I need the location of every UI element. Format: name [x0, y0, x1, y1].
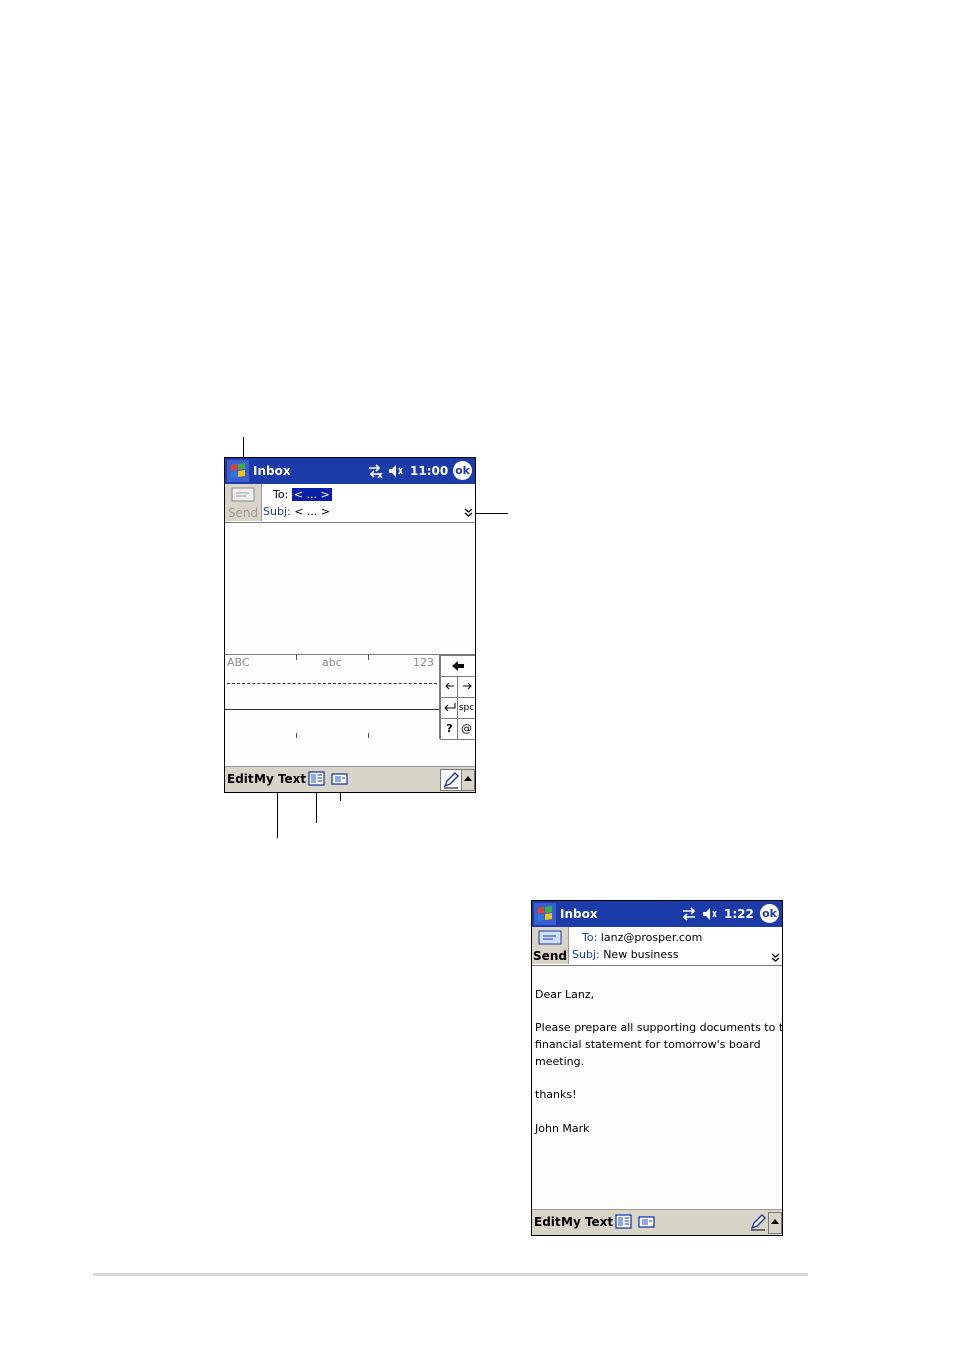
- callout-my-text: [277, 786, 278, 838]
- to-value[interactable]: < ... >: [291, 488, 332, 501]
- subject-field[interactable]: Subj: New business: [572, 948, 679, 961]
- edit-menu[interactable]: Edit: [534, 1215, 561, 1229]
- windows-flag-icon[interactable]: [227, 460, 249, 482]
- clock[interactable]: 11:00: [410, 464, 448, 478]
- attachment-icon[interactable]: [638, 1214, 655, 1229]
- to-value[interactable]: lanz@prosper.com: [601, 931, 703, 944]
- callout-expand: [471, 513, 508, 514]
- send-label: Send: [227, 506, 259, 520]
- kbd-baseline-dashed: [227, 683, 437, 684]
- pen-icon: [443, 772, 459, 789]
- title-bar: Inbox 11:00 ok: [225, 458, 475, 484]
- body-line: thanks!: [535, 1088, 577, 1101]
- transcriber-keyboard[interactable]: ABC abc 123 spc ? @: [225, 654, 475, 740]
- input-panel-button[interactable]: [440, 769, 462, 791]
- envelope-icon: [538, 930, 562, 945]
- message-body[interactable]: Dear Lanz, Please prepare all supporting…: [532, 966, 782, 1209]
- body-line: John Mark: [535, 1122, 590, 1135]
- connectivity-icon[interactable]: [680, 905, 698, 923]
- chevron-down-icon[interactable]: [464, 508, 473, 518]
- menu-bar: Edit My Text: [532, 1209, 782, 1235]
- at-key[interactable]: @: [457, 718, 475, 740]
- kbd-baseline: [225, 709, 439, 710]
- body-line: Please prepare all supporting documents …: [535, 1021, 783, 1034]
- arrow-right-key[interactable]: [457, 676, 475, 698]
- ok-button[interactable]: ok: [760, 904, 779, 923]
- backspace-icon: [452, 661, 464, 671]
- to-field[interactable]: To: lanz@prosper.com: [582, 931, 702, 944]
- body-line: financial statement for tomorrow's board: [535, 1038, 761, 1051]
- kbd-tick: [368, 733, 369, 738]
- windows-flag-icon[interactable]: [534, 903, 556, 925]
- attachment-icon[interactable]: [331, 771, 348, 786]
- arrow-right-icon: [462, 682, 472, 690]
- send-button[interactable]: Send: [225, 484, 262, 521]
- to-field[interactable]: To: < ... >: [273, 488, 332, 501]
- kbd-label-caps: ABC: [227, 656, 250, 669]
- to-label: To:: [273, 488, 289, 501]
- edit-menu[interactable]: Edit: [227, 772, 254, 786]
- send-label: Send: [533, 949, 567, 963]
- menu-bar: Edit My Text: [225, 766, 475, 792]
- subject-value[interactable]: < ... >: [294, 505, 330, 518]
- subject-label: Subj:: [572, 948, 600, 961]
- kbd-tick: [368, 655, 369, 660]
- envelope-icon: [231, 487, 255, 502]
- clock[interactable]: 1:22: [724, 907, 754, 921]
- speaker-icon[interactable]: [701, 905, 719, 923]
- to-label: To:: [582, 931, 598, 944]
- address-book-icon[interactable]: [308, 771, 325, 786]
- triangle-up-icon: [771, 1219, 779, 1224]
- ok-button[interactable]: ok: [453, 461, 472, 480]
- arrow-left-icon: [444, 682, 454, 690]
- kbd-label-lower: abc: [322, 656, 342, 669]
- subject-label: Subj:: [263, 505, 291, 518]
- send-button[interactable]: Send: [532, 927, 569, 964]
- title-bar: Inbox 1:22 ok: [532, 901, 782, 927]
- my-text-menu[interactable]: My Text: [254, 772, 306, 786]
- my-text-menu[interactable]: My Text: [561, 1215, 613, 1229]
- input-panel-button[interactable]: [748, 1212, 768, 1232]
- backspace-key[interactable]: [440, 655, 475, 677]
- kbd-tick: [296, 655, 297, 660]
- body-line: meeting.: [535, 1055, 585, 1068]
- subject-value[interactable]: New business: [603, 948, 678, 961]
- footer-rule: [93, 1273, 808, 1276]
- input-panel-arrow[interactable]: [768, 1212, 782, 1234]
- body-line: Dear Lanz,: [535, 988, 595, 1001]
- compose-screen-filled: Inbox 1:22 ok Send To: lanz@prosper.com …: [531, 900, 783, 1236]
- speaker-icon[interactable]: [387, 462, 405, 480]
- message-header: Send To: < ... > Subj: < ... >: [225, 484, 475, 523]
- pen-icon: [750, 1214, 766, 1231]
- connectivity-icon[interactable]: [366, 462, 384, 480]
- chevron-down-icon[interactable]: [771, 953, 780, 963]
- kbd-tick: [296, 733, 297, 738]
- triangle-up-icon: [464, 776, 472, 781]
- message-header: Send To: lanz@prosper.com Subj: New busi…: [532, 927, 782, 966]
- subject-field[interactable]: Subj: < ... >: [263, 505, 330, 518]
- compose-screen-empty: Inbox 11:00 ok Send To: < ... > Subj: < …: [224, 457, 476, 793]
- app-title: Inbox: [253, 464, 291, 478]
- input-panel-arrow[interactable]: [461, 769, 475, 791]
- kbd-label-num: 123: [413, 656, 434, 669]
- enter-icon: [443, 703, 455, 712]
- space-key[interactable]: spc: [457, 697, 475, 719]
- app-title: Inbox: [560, 907, 598, 921]
- address-book-icon[interactable]: [615, 1214, 632, 1229]
- message-body[interactable]: [225, 523, 475, 654]
